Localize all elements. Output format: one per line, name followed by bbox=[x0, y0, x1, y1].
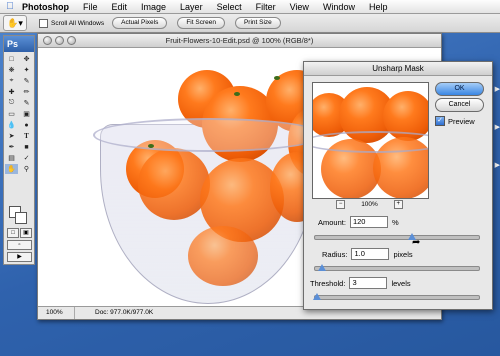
standard-mode-icon[interactable]: □ bbox=[7, 228, 19, 238]
amount-slider-track[interactable] bbox=[314, 235, 480, 240]
eraser-tool-icon[interactable]: ▭ bbox=[5, 109, 18, 119]
dock-icon[interactable]: ▶ bbox=[495, 161, 500, 169]
hand-tool-preset-icon[interactable]: ✋▾ bbox=[3, 15, 27, 31]
threshold-slider-track[interactable] bbox=[314, 295, 480, 300]
zoom-level-field[interactable]: 100% bbox=[38, 307, 75, 319]
app-menu[interactable]: Photoshop bbox=[20, 2, 76, 12]
menu-layer[interactable]: Layer bbox=[173, 2, 210, 12]
hand-tool-icon[interactable]: ✋ bbox=[5, 164, 18, 174]
slice-tool-icon[interactable]: ✎ bbox=[20, 76, 33, 86]
print-size-button[interactable]: Print Size bbox=[234, 17, 281, 29]
lasso-tool-icon[interactable]: ❋ bbox=[5, 65, 18, 75]
preview-zoom-label: 100% bbox=[361, 201, 378, 208]
preview-label: Preview bbox=[448, 116, 475, 126]
history-brush-tool-icon[interactable]: ✎ bbox=[20, 98, 33, 108]
menu-file[interactable]: File bbox=[76, 2, 105, 12]
dodge-tool-icon[interactable]: ● bbox=[20, 120, 33, 130]
photoshop-logo[interactable]: Ps bbox=[4, 36, 34, 52]
screen-mode-icon[interactable]: ▫ bbox=[7, 240, 32, 250]
threshold-input[interactable]: 3 bbox=[349, 277, 388, 289]
threshold-unit: levels bbox=[391, 278, 411, 288]
clone-stamp-tool-icon[interactable]: ⎋ bbox=[5, 98, 18, 108]
bowl-rim bbox=[93, 118, 325, 152]
document-size-info[interactable]: Doc: 977.0K/977.0K bbox=[75, 307, 153, 319]
leaf bbox=[234, 92, 240, 96]
fit-screen-button[interactable]: Fit Screen bbox=[177, 17, 225, 29]
minimize-icon[interactable] bbox=[55, 36, 64, 45]
unsharp-mask-dialog: Unsharp Mask − 100% + OK Cancel ✓ Previe… bbox=[303, 61, 493, 310]
threshold-slider-thumb[interactable] bbox=[313, 293, 321, 300]
menu-edit[interactable]: Edit bbox=[105, 2, 135, 12]
pen-tool-icon[interactable]: ✒ bbox=[5, 142, 18, 152]
preview-pane[interactable] bbox=[312, 82, 429, 199]
radius-slider-track[interactable] bbox=[314, 266, 480, 271]
radius-label: Radius: bbox=[322, 249, 348, 259]
shape-tool-icon[interactable]: ■ bbox=[20, 142, 33, 152]
options-bar: ✋▾ Scroll All Windows Actual Pixels Fit … bbox=[0, 14, 500, 33]
amount-label: Amount: bbox=[318, 217, 346, 227]
jump-to-imageready-icon[interactable]: ▶ bbox=[7, 252, 32, 262]
close-icon[interactable] bbox=[43, 36, 52, 45]
background-color-swatch[interactable] bbox=[15, 212, 27, 224]
radius-slider-thumb[interactable] bbox=[318, 264, 326, 271]
path-selection-tool-icon[interactable]: ➤ bbox=[5, 131, 18, 141]
dock-icon[interactable]: ▶ bbox=[495, 123, 500, 131]
radius-unit: pixels bbox=[393, 249, 413, 259]
menu-help[interactable]: Help bbox=[362, 2, 395, 12]
scroll-all-label: Scroll All Windows bbox=[51, 19, 105, 27]
preview-zoom-controls: − 100% + bbox=[312, 200, 427, 209]
dock-icon[interactable]: ▶ bbox=[495, 85, 500, 93]
preview-checkbox[interactable]: ✓ bbox=[435, 116, 445, 126]
leaf bbox=[274, 76, 280, 80]
toolbox-palette: Ps □ ✥ ❋ ✦ ⌖ ✎ ✚ ✏ ⎋ ✎ ▭ ▣ 💧 ● ➤ T ✒ ■ ▤… bbox=[3, 35, 35, 265]
ok-button[interactable]: OK bbox=[435, 82, 484, 96]
document-title: Fruit-Flowers-10-Edit.psd @ 100% (RGB/8*… bbox=[165, 36, 314, 45]
quick-mask-mode-icon[interactable]: ▣ bbox=[20, 228, 32, 238]
menu-bar:  Photoshop File Edit Image Layer Select… bbox=[0, 0, 500, 14]
zoom-window-icon[interactable] bbox=[67, 36, 76, 45]
eyedropper-tool-icon[interactable]: ✓ bbox=[20, 153, 33, 163]
menu-filter[interactable]: Filter bbox=[249, 2, 283, 12]
cancel-button[interactable]: Cancel bbox=[435, 98, 484, 112]
bowl-rim bbox=[313, 131, 428, 153]
mouse-pointer-icon: ➦ bbox=[412, 237, 421, 248]
notes-tool-icon[interactable]: ▤ bbox=[5, 153, 18, 163]
magic-wand-tool-icon[interactable]: ✦ bbox=[20, 65, 33, 75]
dialog-title: Unsharp Mask bbox=[304, 62, 492, 76]
crop-tool-icon[interactable]: ⌖ bbox=[5, 76, 18, 86]
zoom-out-icon[interactable]: − bbox=[336, 200, 346, 209]
menu-image[interactable]: Image bbox=[134, 2, 173, 12]
apple-menu-icon[interactable]:  bbox=[0, 1, 20, 12]
orange bbox=[188, 226, 258, 286]
menu-select[interactable]: Select bbox=[210, 2, 249, 12]
document-title-bar[interactable]: Fruit-Flowers-10-Edit.psd @ 100% (RGB/8*… bbox=[38, 34, 441, 48]
type-tool-icon[interactable]: T bbox=[20, 131, 33, 141]
scroll-all-checkbox[interactable] bbox=[39, 18, 48, 28]
blur-tool-icon[interactable]: 💧 bbox=[5, 120, 18, 130]
healing-brush-tool-icon[interactable]: ✚ bbox=[5, 87, 18, 97]
gradient-tool-icon[interactable]: ▣ bbox=[20, 109, 33, 119]
menu-window[interactable]: Window bbox=[316, 2, 362, 12]
threshold-label: Threshold: bbox=[310, 278, 346, 288]
amount-input[interactable]: 120 bbox=[349, 216, 388, 228]
marquee-tool-icon[interactable]: □ bbox=[5, 54, 18, 64]
radius-input[interactable]: 1.0 bbox=[351, 248, 390, 260]
move-tool-icon[interactable]: ✥ bbox=[20, 54, 33, 64]
orange bbox=[138, 148, 210, 220]
brush-tool-icon[interactable]: ✏ bbox=[20, 87, 33, 97]
actual-pixels-button[interactable]: Actual Pixels bbox=[112, 17, 168, 29]
leaf bbox=[148, 144, 154, 148]
zoom-tool-icon[interactable]: ⚲ bbox=[20, 164, 33, 174]
zoom-in-icon[interactable]: + bbox=[393, 200, 403, 209]
amount-unit: % bbox=[391, 217, 399, 227]
menu-view[interactable]: View bbox=[283, 2, 316, 12]
